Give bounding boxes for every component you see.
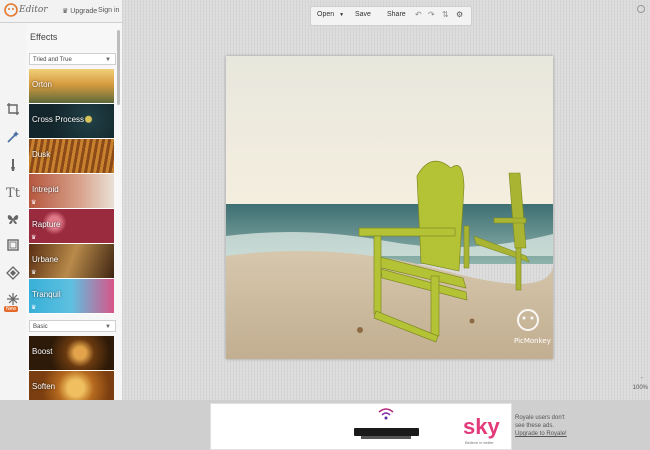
effect-label: Rapture bbox=[32, 220, 61, 229]
top-bar: Editor ♛ Upgrade Sign in bbox=[0, 0, 122, 23]
monkey-logo-icon[interactable] bbox=[4, 3, 18, 17]
open-menu-button[interactable]: Open ▼ bbox=[317, 11, 344, 18]
chevron-down-icon: ▼ bbox=[105, 57, 111, 63]
effect-tranquil[interactable]: Tranquil ♛ bbox=[29, 279, 114, 314]
effect-urbane[interactable]: Urbane ♛ bbox=[29, 244, 114, 279]
ad-graphic: sky Believe in better bbox=[354, 408, 500, 445]
upgrade-link[interactable]: ♛ Upgrade bbox=[62, 7, 97, 15]
zoom-out-control[interactable]: - bbox=[641, 375, 643, 382]
effect-rapture[interactable]: Rapture ♛ bbox=[29, 209, 114, 244]
effect-dusk[interactable]: Dusk bbox=[29, 139, 114, 174]
gear-icon[interactable]: ⚙ bbox=[456, 10, 463, 19]
fullscreen-toggle[interactable] bbox=[637, 5, 645, 13]
effect-label: Intrepid bbox=[32, 185, 59, 194]
ad-brand: sky bbox=[463, 414, 500, 439]
watermark-text: PicMonkey bbox=[514, 337, 551, 345]
wand-icon[interactable] bbox=[3, 127, 23, 147]
ad-tagline: Believe in better bbox=[465, 440, 494, 445]
crown-icon: ♛ bbox=[31, 270, 37, 276]
effect-label: Boost bbox=[32, 347, 53, 356]
new-badge: New bbox=[4, 306, 19, 312]
chevron-down-icon: ▼ bbox=[339, 12, 345, 18]
category-label: Basic bbox=[33, 324, 48, 330]
brush-icon[interactable] bbox=[3, 155, 23, 175]
advertisement[interactable]: sky Believe in better bbox=[210, 403, 512, 450]
edited-photo: PicMonkey bbox=[226, 56, 553, 359]
effect-label: Urbane bbox=[32, 255, 59, 264]
effect-cross-process[interactable]: Cross Process bbox=[29, 104, 114, 139]
upgrade-to-royale-link[interactable]: Upgrade to Royale! bbox=[515, 430, 567, 438]
panel-scrollbar[interactable] bbox=[117, 30, 120, 105]
effects-panel: Effects Tried and True ▼ Orton Cross Pro… bbox=[26, 23, 122, 400]
ad-notice-line-1: Royale users don't bbox=[515, 415, 565, 421]
share-button[interactable]: Share bbox=[387, 11, 406, 18]
history-icon[interactable]: ⇅ bbox=[442, 10, 449, 19]
editor-toolbar: Open ▼ Save Share ↶ ↷ ⇅ ⚙ bbox=[310, 6, 472, 26]
crown-icon: ♛ bbox=[31, 200, 37, 206]
text-icon[interactable]: Tt bbox=[3, 183, 23, 203]
effect-label: Dusk bbox=[32, 150, 51, 159]
category-select-tried-and-true[interactable]: Tried and True ▼ bbox=[29, 53, 116, 65]
effect-orton[interactable]: Orton bbox=[29, 69, 114, 104]
effect-soften[interactable]: Soften bbox=[29, 371, 114, 400]
upgrade-label: Upgrade bbox=[70, 8, 98, 15]
effect-label: Orton bbox=[32, 80, 53, 89]
frame-icon[interactable] bbox=[3, 235, 23, 255]
category-select-basic[interactable]: Basic ▼ bbox=[29, 320, 116, 332]
sign-in-link[interactable]: Sign in bbox=[98, 7, 119, 14]
effect-boost[interactable]: Boost bbox=[29, 336, 114, 371]
effect-label: Soften bbox=[32, 382, 56, 391]
effect-intrepid[interactable]: Intrepid ♛ bbox=[29, 174, 114, 209]
crown-icon: ♛ bbox=[31, 305, 37, 311]
zoom-level: 100% bbox=[632, 385, 648, 391]
app-title: Editor bbox=[19, 5, 48, 15]
chevron-down-icon: ▼ bbox=[105, 324, 111, 330]
crop-icon[interactable] bbox=[3, 99, 23, 119]
crown-icon: ♛ bbox=[62, 8, 69, 15]
texture-icon[interactable] bbox=[3, 263, 23, 283]
workspace: Open ▼ Save Share ↶ ↷ ⇅ ⚙ PicMonkey - 10… bbox=[122, 0, 650, 400]
ad-notice-line-2: see these ads. bbox=[515, 423, 555, 429]
crown-icon: ♛ bbox=[31, 235, 37, 241]
redo-icon[interactable]: ↷ bbox=[428, 10, 435, 19]
butterfly-icon[interactable] bbox=[3, 209, 23, 229]
save-button[interactable]: Save bbox=[355, 11, 371, 18]
effect-label: Cross Process bbox=[32, 115, 85, 124]
panel-title: Effects bbox=[30, 32, 58, 42]
undo-icon[interactable]: ↶ bbox=[415, 10, 422, 19]
open-label: Open bbox=[317, 11, 335, 18]
tool-rail: Tt New bbox=[0, 23, 27, 400]
category-label: Tried and True bbox=[33, 57, 72, 63]
effect-label: Tranquil bbox=[32, 290, 61, 299]
ad-notice: Royale users don't see these ads. Upgrad… bbox=[515, 414, 567, 438]
